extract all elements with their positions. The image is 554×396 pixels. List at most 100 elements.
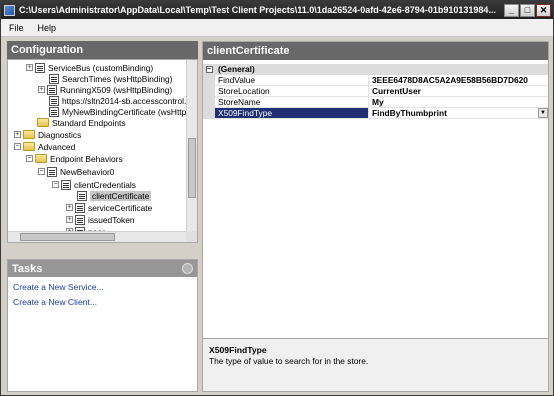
maximize-button[interactable]: □ <box>520 3 535 17</box>
menu-help[interactable]: Help <box>38 23 57 33</box>
chevron-down-icon[interactable]: ▼ <box>538 108 548 118</box>
binding-node-icon <box>49 73 59 84</box>
tree-item[interactable]: + Diagnostics <box>14 129 81 140</box>
property-value[interactable]: 3EEE6478D8AC5A2A9E58B56BD7D620 <box>369 75 548 86</box>
property-value-dropdown[interactable]: FindByThumbprint ▼ <box>369 108 548 119</box>
tree-expander-icon[interactable]: + <box>14 131 21 138</box>
behavior-node-icon <box>47 166 57 177</box>
property-row[interactable]: FindValue 3EEE6478D8AC5A2A9E58B56BD7D620 <box>203 75 548 86</box>
tree-item-label: SearchTimes (wsHttpBinding) <box>62 73 173 84</box>
tree-item-label: serviceCertificate <box>88 202 153 213</box>
tree-expander-icon[interactable]: + <box>38 86 45 93</box>
category-row[interactable]: − (General) <box>203 64 548 75</box>
scrollbar-thumb[interactable] <box>188 138 196 198</box>
left-panel: Configuration + ServiceBus (customBinding… <box>7 41 198 392</box>
tree-item[interactable]: − Endpoint Behaviors <box>26 153 123 164</box>
category-gutter: − <box>203 64 215 75</box>
element-node-icon <box>75 202 85 213</box>
scrollbar-corner <box>186 231 197 242</box>
property-description: X509FindType The type of value to search… <box>203 338 548 391</box>
folder-icon <box>23 142 35 151</box>
property-row[interactable]: StoreLocation CurrentUser <box>203 86 548 97</box>
title-bar[interactable]: C:\Users\Administrator\AppData\Local\Tem… <box>1 1 553 19</box>
tree-expander-icon[interactable]: − <box>26 155 33 162</box>
tree-item[interactable]: + ServiceBus (customBinding) <box>26 62 153 73</box>
property-row[interactable]: StoreName My <box>203 97 548 108</box>
tree-item-label: https://sltn2014-sb.accesscontrol.win <box>62 95 198 106</box>
tree-vertical-scrollbar[interactable] <box>186 60 197 232</box>
row-gutter <box>203 86 215 97</box>
element-node-icon <box>75 214 85 225</box>
tree-expander-icon[interactable]: + <box>66 204 73 211</box>
folder-icon <box>35 154 47 163</box>
tree-expander-icon[interactable]: + <box>66 216 73 223</box>
tree-item[interactable]: − NewBehavior0 <box>38 166 114 177</box>
tree-item[interactable]: MyNewBindingCertificate (wsHttpBind <box>38 106 198 117</box>
folder-icon <box>37 118 49 127</box>
tree-expander-icon[interactable]: − <box>38 168 45 175</box>
property-value[interactable]: CurrentUser <box>369 86 548 97</box>
tree-item[interactable]: SearchTimes (wsHttpBinding) <box>38 73 172 84</box>
scrollbar-thumb[interactable] <box>20 233 115 241</box>
tree-item[interactable]: clientCertificate <box>66 190 152 201</box>
tasks-collapse-icon[interactable] <box>182 263 193 274</box>
menu-file[interactable]: File <box>9 23 24 33</box>
menu-bar: File Help <box>1 19 553 37</box>
tree-item[interactable]: Standard Endpoints <box>26 117 126 128</box>
element-node-icon <box>61 179 71 190</box>
configuration-tree[interactable]: + ServiceBus (customBinding) SearchTimes (… <box>7 59 198 243</box>
tree-item-label: MyNewBindingCertificate (wsHttpBind <box>62 106 198 117</box>
binding-node-icon <box>49 95 59 106</box>
dropdown-value: FindByThumbprint <box>372 108 447 118</box>
tree-item-label: Advanced <box>38 141 76 152</box>
property-name: StoreLocation <box>215 86 369 97</box>
tasks-header: Tasks <box>8 260 197 277</box>
tree-item-label: Standard Endpoints <box>52 117 126 128</box>
tree-item-label: Endpoint Behaviors <box>50 153 123 164</box>
row-gutter <box>203 97 215 108</box>
tasks-title: Tasks <box>12 262 43 275</box>
collapse-icon[interactable]: − <box>205 66 213 73</box>
description-text: The type of value to search for in the s… <box>209 356 369 366</box>
tree-item-label: Diagnostics <box>38 129 82 140</box>
row-gutter <box>203 75 215 86</box>
binding-node-icon <box>47 84 57 95</box>
tree-item[interactable]: https://sltn2014-sb.accesscontrol.win <box>38 95 198 106</box>
main-window: C:\Users\Administrator\AppData\Local\Tem… <box>0 0 554 396</box>
right-panel: clientCertificate − (General) FindValue … <box>202 41 549 392</box>
element-node-icon <box>77 190 87 201</box>
property-value[interactable]: My <box>369 97 548 108</box>
binding-node-icon <box>49 106 59 117</box>
configuration-header: Configuration <box>7 41 198 59</box>
tree-expander-icon[interactable]: − <box>52 181 59 188</box>
property-name: StoreName <box>215 97 369 108</box>
tree-item[interactable]: − Advanced <box>14 141 75 152</box>
binding-node-icon <box>35 62 45 73</box>
minimize-button[interactable]: _ <box>504 3 519 17</box>
property-grid: − (General) FindValue 3EEE6478D8AC5A2A9E… <box>203 60 548 333</box>
tree-item[interactable]: + RunningX509 (wsHttpBinding) <box>38 84 172 95</box>
tree-item[interactable]: + serviceCertificate <box>66 202 152 213</box>
row-gutter <box>203 108 215 119</box>
create-new-client-link[interactable]: Create a New Client... <box>8 297 197 307</box>
tree-item-label: clientCertificate <box>90 190 152 201</box>
description-title: X509FindType <box>209 345 267 355</box>
tree-item-label: NewBehavior0 <box>60 166 115 177</box>
tree-item-label: RunningX509 (wsHttpBinding) <box>60 84 173 95</box>
close-button[interactable]: ✕ <box>536 3 551 17</box>
tree-item[interactable]: − clientCredentials <box>52 179 136 190</box>
window-title: C:\Users\Administrator\AppData\Local\Tem… <box>19 5 496 15</box>
tree-expander-icon[interactable]: − <box>14 143 21 150</box>
property-name: X509FindType <box>215 108 369 119</box>
tree-horizontal-scrollbar[interactable] <box>8 231 187 242</box>
tree-item-label: issuedToken <box>88 214 135 225</box>
create-new-service-link[interactable]: Create a New Service... <box>8 282 197 292</box>
tree-item-label: clientCredentials <box>74 179 136 190</box>
tree-expander-icon[interactable]: + <box>26 64 33 71</box>
folder-icon <box>23 130 35 139</box>
app-icon <box>4 4 15 16</box>
category-label: (General) <box>218 64 255 74</box>
tree-item-label: ServiceBus (customBinding) <box>48 62 154 73</box>
property-row-selected[interactable]: X509FindType FindByThumbprint ▼ <box>203 108 548 119</box>
tree-item[interactable]: + issuedToken <box>66 214 135 225</box>
